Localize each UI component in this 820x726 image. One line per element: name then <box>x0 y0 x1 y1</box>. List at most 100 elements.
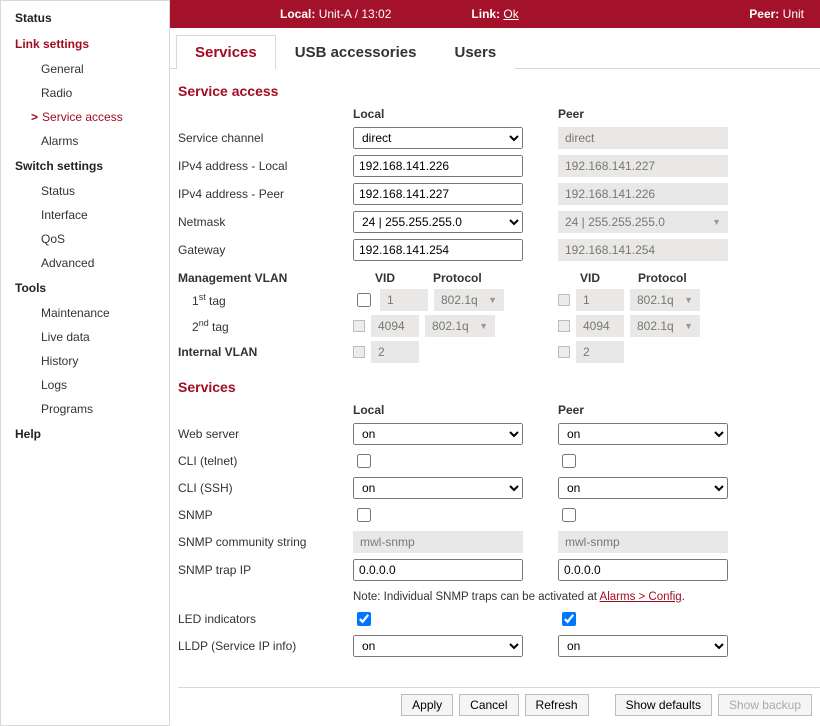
sidebar-item-label: Service access <box>42 110 123 124</box>
checkbox-telnet-local[interactable] <box>357 454 371 468</box>
label-gateway: Gateway <box>178 243 353 257</box>
label-netmask: Netmask <box>178 215 353 229</box>
label-internal-vlan: Internal VLAN <box>178 345 353 359</box>
chevron-down-icon: ▼ <box>684 321 693 331</box>
label-ipv4-local: IPv4 address - Local <box>178 159 353 173</box>
checkbox-internal-local <box>353 346 365 358</box>
label-management-vlan: Management VLAN <box>178 271 353 285</box>
label-snmp-community: SNMP community string <box>178 535 353 549</box>
sidebar-item-link-settings[interactable]: Link settings <box>1 31 169 57</box>
cancel-button[interactable]: Cancel <box>459 694 518 716</box>
sidebar-item-switch-settings[interactable]: Switch settings <box>1 153 169 179</box>
chevron-down-icon: ▼ <box>479 321 488 331</box>
apply-button[interactable]: Apply <box>401 694 453 716</box>
top-status-bar: Local: Unit-A / 13:02 Link: Ok Peer: Uni… <box>170 0 820 28</box>
sidebar-item-radio[interactable]: Radio <box>1 81 169 105</box>
readonly-ipv4-peer-peer: 192.168.141.226 <box>558 183 728 205</box>
select-ssh-local[interactable]: on <box>353 477 523 499</box>
chevron-right-icon: > <box>31 110 38 124</box>
readonly-tag1-vid-peer: 1 <box>576 289 624 311</box>
checkbox-internal-peer <box>558 346 570 358</box>
checkbox-led-peer[interactable] <box>562 612 576 626</box>
sidebar-item-advanced[interactable]: Advanced <box>1 251 169 275</box>
input-ipv4-local-local[interactable] <box>353 155 523 177</box>
select-web-local[interactable]: on <box>353 423 523 445</box>
sidebar-item-qos[interactable]: QoS <box>1 227 169 251</box>
input-snmp-trap-peer[interactable] <box>558 559 728 581</box>
checkbox-tag2-local <box>353 320 365 332</box>
readonly-service-channel-peer: direct <box>558 127 728 149</box>
topbar-link-label: Link: <box>471 7 500 21</box>
column-header-local: Local <box>353 107 543 121</box>
snmp-trap-note: Note: Individual SNMP traps can be activ… <box>353 591 748 603</box>
label-cli-ssh: CLI (SSH) <box>178 481 353 495</box>
tab-bar: Services USB accessories Users <box>170 34 820 69</box>
readonly-tag2-proto-peer: 802.1q▼ <box>630 315 700 337</box>
input-ipv4-peer-local[interactable] <box>353 183 523 205</box>
chevron-down-icon: ▼ <box>712 217 721 227</box>
readonly-snmp-community-peer: mwl-snmp <box>558 531 728 553</box>
select-netmask-local[interactable]: 24 | 255.255.255.0 <box>353 211 523 233</box>
refresh-button[interactable]: Refresh <box>525 694 589 716</box>
input-snmp-trap-local[interactable] <box>353 559 523 581</box>
readonly-internal-local: 2 <box>371 341 419 363</box>
sidebar-item-alarms[interactable]: Alarms <box>1 129 169 153</box>
readonly-tag1-vid-local: 1 <box>380 289 428 311</box>
topbar-peer-label: Peer: <box>749 7 779 21</box>
input-gateway-local[interactable] <box>353 239 523 261</box>
checkbox-snmp-local[interactable] <box>357 508 371 522</box>
select-web-peer[interactable]: on <box>558 423 728 445</box>
sidebar-item-status[interactable]: Status <box>1 5 169 31</box>
label-protocol-local: Protocol <box>433 271 513 285</box>
select-ssh-peer[interactable]: on <box>558 477 728 499</box>
checkbox-led-local[interactable] <box>357 612 371 626</box>
section-title-service-access: Service access <box>178 83 820 99</box>
sidebar-nav: Status Link settings General Radio > Serv… <box>0 0 170 726</box>
show-defaults-button[interactable]: Show defaults <box>615 694 712 716</box>
topbar-local-label: Local: <box>280 7 315 21</box>
column-header-peer-2: Peer <box>558 403 748 417</box>
label-web-server: Web server <box>178 427 353 441</box>
tab-services[interactable]: Services <box>176 35 276 69</box>
checkbox-snmp-peer[interactable] <box>562 508 576 522</box>
sidebar-item-switch-status[interactable]: Status <box>1 179 169 203</box>
label-vid-local: VID <box>373 271 433 285</box>
chevron-down-icon: ▼ <box>684 295 693 305</box>
tab-users[interactable]: Users <box>435 35 515 69</box>
tab-usb-accessories[interactable]: USB accessories <box>276 35 436 69</box>
label-led-indicators: LED indicators <box>178 612 353 626</box>
checkbox-tag2-peer <box>558 320 570 332</box>
column-header-peer: Peer <box>558 107 748 121</box>
footer-button-bar: Apply Cancel Refresh Show defaults Show … <box>178 687 820 726</box>
checkbox-telnet-peer[interactable] <box>562 454 576 468</box>
select-lldp-local[interactable]: on <box>353 635 523 657</box>
label-snmp-trap-ip: SNMP trap IP <box>178 563 353 577</box>
sidebar-item-programs[interactable]: Programs <box>1 397 169 421</box>
sidebar-item-service-access[interactable]: > Service access <box>1 105 169 129</box>
sidebar-item-general[interactable]: General <box>1 57 169 81</box>
sidebar-item-tools[interactable]: Tools <box>1 275 169 301</box>
topbar-link-value[interactable]: Ok <box>503 7 518 21</box>
checkbox-tag1-peer <box>558 294 570 306</box>
sidebar-item-interface[interactable]: Interface <box>1 203 169 227</box>
readonly-snmp-community-local: mwl-snmp <box>353 531 523 553</box>
label-vid-peer: VID <box>578 271 638 285</box>
sidebar-item-live-data[interactable]: Live data <box>1 325 169 349</box>
topbar-local-value: Unit-A / 13:02 <box>319 7 392 21</box>
readonly-tag2-proto-local: 802.1q▼ <box>425 315 495 337</box>
readonly-tag2-vid-peer: 4094 <box>576 315 624 337</box>
sidebar-item-help[interactable]: Help <box>1 421 169 447</box>
sidebar-item-logs[interactable]: Logs <box>1 373 169 397</box>
readonly-internal-peer: 2 <box>576 341 624 363</box>
sidebar-item-history[interactable]: History <box>1 349 169 373</box>
readonly-gateway-peer: 192.168.141.254 <box>558 239 728 261</box>
checkbox-tag1-local[interactable] <box>357 293 371 307</box>
select-lldp-peer[interactable]: on <box>558 635 728 657</box>
link-alarms-config[interactable]: Alarms > Config <box>600 591 682 603</box>
topbar-peer-value: Unit <box>783 7 804 21</box>
label-cli-telnet: CLI (telnet) <box>178 454 353 468</box>
show-backup-button: Show backup <box>718 694 812 716</box>
label-service-channel: Service channel <box>178 131 353 145</box>
select-service-channel-local[interactable]: direct <box>353 127 523 149</box>
sidebar-item-maintenance[interactable]: Maintenance <box>1 301 169 325</box>
